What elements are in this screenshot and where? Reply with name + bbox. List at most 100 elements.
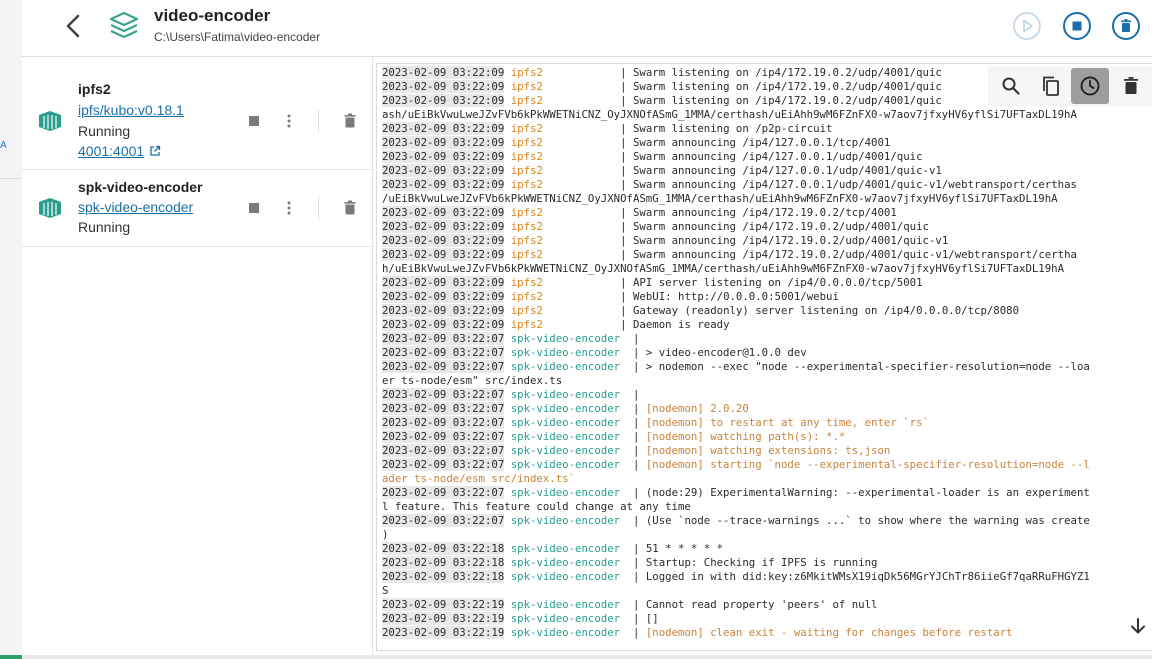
log-separator: | [620,332,646,345]
log-line: 2023-02-09 03:22:07 spk-video-encoder | … [382,430,1152,444]
play-icon [1013,12,1041,40]
search-icon[interactable] [992,68,1030,104]
log-message: Startup: Checking if IPFS is running [645,556,878,569]
log-message: Cannot read property 'peers' of null [645,598,878,611]
log-timestamp: 2023-02-09 03:22:07 [382,332,505,345]
copy-icon[interactable] [1032,68,1070,104]
log-service: spk-video-encoder [510,570,621,583]
log-service: ipfs2 [510,66,543,79]
more-vertical-icon[interactable] [280,112,298,130]
log-service: ipfs2 [510,234,543,247]
log-separator: | [620,486,646,499]
log-line: ) [382,528,1152,542]
stop-button[interactable] [1062,11,1092,41]
log-service: ipfs2 [510,136,543,149]
container-name: spk-video-encoder [78,179,203,195]
delete-icon[interactable] [1112,68,1150,104]
log-line: 2023-02-09 03:22:09 ipfs2 | Swarm announ… [382,178,1152,192]
log-separator: | [542,164,633,177]
log-service: ipfs2 [510,150,543,163]
container-header: video-encoder C:\Users\Fatima\video-enco… [22,0,1152,57]
log-line: 2023-02-09 03:22:09 ipfs2 | Swarm announ… [382,220,1152,234]
back-arrow-icon[interactable] [62,12,86,40]
delete-icon [1112,12,1140,40]
delete-icon[interactable] [341,112,359,130]
log-separator: | [542,178,633,191]
log-service: ipfs2 [510,220,543,233]
log-message: Swarm listening on /ip4/172.19.0.2/udp/4… [632,66,942,79]
log-timestamp: 2023-02-09 03:22:09 [382,122,505,135]
log-message: Swarm listening on /p2p-circuit [632,122,833,135]
log-timestamp: 2023-02-09 03:22:07 [382,388,505,401]
log-line: 2023-02-09 03:22:09 ipfs2 | API server l… [382,276,1152,290]
log-separator: | [620,416,646,429]
delete-icon[interactable] [341,199,359,217]
log-line: 2023-02-09 03:22:09 ipfs2 | Swarm announ… [382,136,1152,150]
log-service: spk-video-encoder [510,486,621,499]
log-line: 2023-02-09 03:22:09 ipfs2 | Swarm announ… [382,206,1152,220]
log-viewer[interactable]: 2023-02-09 03:22:09 ipfs2 | Swarm listen… [376,63,1152,651]
container-image-link[interactable]: spk-video-encoder [78,199,193,215]
log-line: 2023-02-09 03:22:09 ipfs2 | Gateway (rea… [382,304,1152,318]
container-icon [37,197,63,219]
log-service: ipfs2 [510,206,543,219]
log-timestamp: 2023-02-09 03:22:09 [382,304,505,317]
log-separator: | [542,234,633,247]
log-timestamp: 2023-02-09 03:22:07 [382,486,505,499]
log-separator: | [620,612,646,625]
log-message: l feature. This feature could change at … [382,500,691,513]
log-line: 2023-02-09 03:22:09 ipfs2 | Swarm listen… [382,122,1152,136]
clock-icon[interactable] [1071,68,1109,104]
log-message: Swarm listening on /ip4/172.19.0.2/udp/4… [632,94,942,107]
log-line: 2023-02-09 03:22:18 spk-video-encoder | … [382,570,1152,584]
log-separator: | [620,626,646,639]
container-image-link[interactable]: ipfs/kubo:v0.18.1 [78,102,184,118]
container-row[interactable]: ipfs2 ipfs/kubo:v0.18.1 Running 4001:400… [22,57,372,170]
log-timestamp: 2023-02-09 03:22:09 [382,178,505,191]
play-button[interactable] [1012,11,1042,41]
scroll-to-bottom-icon[interactable] [1128,616,1148,636]
log-output: 2023-02-09 03:22:09 ipfs2 | Swarm listen… [377,64,1152,640]
log-toolbar [988,66,1152,106]
page-title: video-encoder [154,6,271,25]
log-line: 2023-02-09 03:22:09 ipfs2 | Swarm announ… [382,234,1152,248]
log-message: [nodemon] starting `node --experimental-… [645,458,1090,471]
log-service: spk-video-encoder [510,402,621,415]
log-line: ader ts-node/esm src/index.ts` [382,472,1152,486]
port-label: 4001:4001 [78,143,145,159]
log-line: 2023-02-09 03:22:09 ipfs2 | WebUI: http:… [382,290,1152,304]
log-service: spk-video-encoder [510,444,621,457]
log-separator: | [620,458,646,471]
log-separator: | [542,206,633,219]
log-service: spk-video-encoder [510,556,621,569]
log-timestamp: 2023-02-09 03:22:09 [382,136,505,149]
log-separator: | [620,556,646,569]
log-line: 2023-02-09 03:22:09 ipfs2 | Daemon is re… [382,318,1152,332]
log-separator: | [620,542,646,555]
log-timestamp: 2023-02-09 03:22:07 [382,416,505,429]
log-service: ipfs2 [510,178,543,191]
more-vertical-icon[interactable] [280,199,298,217]
log-message: Swarm announcing /ip4/172.19.0.2/udp/400… [632,234,949,247]
log-line: 2023-02-09 03:22:09 ipfs2 | Swarm announ… [382,248,1152,262]
log-separator: | [620,360,646,373]
container-name: ipfs2 [78,81,111,97]
log-message: S [382,584,389,597]
log-message: [nodemon] watching path(s): *.* [645,430,846,443]
status-indicator [0,655,22,659]
log-timestamp: 2023-02-09 03:22:09 [382,80,505,93]
log-message: (node:29) ExperimentalWarning: --experim… [645,486,1090,499]
port-link[interactable]: 4001:4001 [78,143,161,159]
bottom-bar [0,655,1152,659]
log-separator: | [542,122,633,135]
log-service: ipfs2 [510,80,543,93]
stop-icon[interactable] [245,112,263,130]
log-service: spk-video-encoder [510,430,621,443]
log-timestamp: 2023-02-09 03:22:09 [382,290,505,303]
log-separator: | [620,444,646,457]
delete-button[interactable] [1111,11,1141,41]
log-timestamp: 2023-02-09 03:22:09 [382,164,505,177]
log-message: Swarm announcing /ip4/172.19.0.2/udp/400… [632,248,1077,261]
stop-icon[interactable] [245,199,263,217]
container-row[interactable]: spk-video-encoder spk-video-encoder Runn… [22,170,372,247]
